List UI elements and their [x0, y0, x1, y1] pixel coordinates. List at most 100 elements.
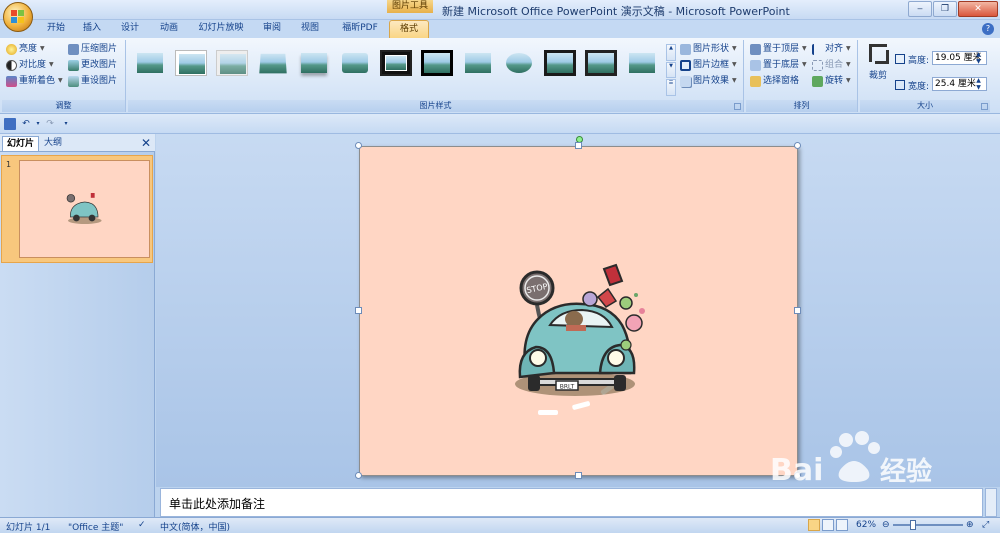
tab-format[interactable]: 格式	[389, 20, 429, 38]
picture-style-1[interactable]	[134, 50, 166, 76]
picture-style-3[interactable]	[216, 50, 248, 76]
theme-name: "Office 主题"	[68, 523, 124, 533]
tab-home[interactable]: 开始	[38, 20, 74, 38]
zoom-slider[interactable]	[893, 524, 963, 526]
tab-insert[interactable]: 插入	[76, 20, 108, 38]
slides-panel: 幻灯片 大纲 ✕ 1	[0, 134, 155, 517]
picture-style-10[interactable]	[503, 50, 535, 76]
width-spinner-icon[interactable]: ▲ ▼	[974, 77, 983, 91]
bring-to-front-icon	[750, 43, 761, 55]
tab-outline[interactable]: 大纲	[40, 136, 66, 151]
close-button[interactable]: ✕	[958, 1, 998, 17]
align-button[interactable]: 对齐 ▼	[812, 42, 851, 56]
crop-button[interactable]: 裁剪	[864, 42, 892, 88]
gallery-more-button[interactable]: ☰	[666, 79, 676, 97]
resize-handle-left[interactable]	[355, 307, 362, 314]
customize-toolbar-icon[interactable]: ▾	[60, 118, 72, 130]
reset-picture-button[interactable]: 重设图片	[68, 74, 117, 88]
crop-icon	[869, 44, 889, 64]
picture-styles-launcher-icon[interactable]	[734, 103, 741, 110]
notes-pane[interactable]: 单击此处添加备注	[160, 488, 983, 517]
picture-style-9[interactable]	[462, 50, 494, 76]
brightness-button[interactable]: 亮度 ▼	[6, 42, 45, 56]
zoom-in-icon[interactable]: ⊕	[966, 520, 974, 530]
spellcheck-icon[interactable]: ✓	[138, 520, 146, 530]
selection-pane-button[interactable]: 选择窗格	[750, 74, 799, 88]
tab-animation[interactable]: 动画	[152, 20, 186, 38]
resize-handle-right[interactable]	[794, 307, 801, 314]
picture-style-7[interactable]	[380, 50, 412, 76]
picture-style-8[interactable]	[421, 50, 453, 76]
change-picture-label: 更改图片	[81, 60, 118, 70]
group-objects-button[interactable]: 组合 ▼	[812, 58, 851, 72]
picture-style-11[interactable]	[544, 50, 576, 76]
recolor-button[interactable]: 重新着色 ▼	[6, 74, 63, 88]
picture-shape-button[interactable]: 图片形状 ▼	[680, 42, 737, 56]
panel-tabs: 幻灯片 大纲 ✕	[0, 134, 155, 152]
resize-handle-bottom-left[interactable]	[355, 472, 362, 479]
redo-icon[interactable]: ↷	[44, 118, 56, 130]
notes-scrollbar[interactable]	[985, 488, 997, 517]
thumbnail-car-image	[66, 193, 102, 224]
picture-effects-button[interactable]: 图片效果 ▼	[680, 74, 737, 88]
contrast-button[interactable]: 对比度 ▼	[6, 58, 54, 72]
help-icon[interactable]: ?	[982, 23, 994, 35]
group-picture-styles: ▲ ▼ ☰ 图片形状 ▼ 图片边框 ▼ 图片效果 ▼ 图片样式	[128, 40, 744, 112]
zoom-slider-thumb[interactable]	[910, 520, 916, 530]
reset-picture-label: 重设图片	[81, 76, 118, 86]
resize-handle-bottom[interactable]	[575, 472, 582, 479]
width-icon	[895, 80, 905, 90]
tab-slides[interactable]: 幻灯片	[2, 136, 40, 151]
restore-button[interactable]: ❐	[933, 1, 957, 17]
compress-picture-button[interactable]: 压缩图片	[68, 42, 117, 56]
slide-thumbnail-selected[interactable]: 1	[1, 155, 153, 263]
tab-view[interactable]: 视图	[295, 20, 325, 38]
car-illustration[interactable]: BRLT STOP	[360, 147, 799, 477]
send-to-back-button[interactable]: 置于底层 ▼	[750, 58, 807, 72]
tab-foxit-pdf[interactable]: 福昕PDF	[335, 20, 385, 38]
undo-icon[interactable]: ↶	[20, 118, 32, 130]
tab-design[interactable]: 设计	[114, 20, 146, 38]
recolor-label: 重新着色	[19, 76, 56, 86]
height-spinner-icon[interactable]: ▲ ▼	[974, 51, 983, 65]
slideshow-view-button[interactable]	[836, 519, 848, 531]
size-launcher-icon[interactable]	[981, 103, 988, 110]
picture-style-2[interactable]	[175, 50, 207, 76]
picture-style-6[interactable]	[339, 50, 371, 76]
slide-canvas[interactable]: BRLT STOP	[359, 146, 798, 476]
send-to-back-label: 置于底层	[763, 60, 800, 70]
zoom-level[interactable]: 62%	[856, 520, 876, 530]
slide-thumbnail[interactable]	[19, 160, 150, 258]
close-panel-icon[interactable]: ✕	[141, 136, 151, 150]
undo-dropdown-icon[interactable]: ▾	[32, 118, 44, 130]
picture-border-button[interactable]: 图片边框 ▼	[680, 58, 737, 72]
normal-view-button[interactable]	[808, 519, 820, 531]
save-icon[interactable]	[4, 118, 16, 130]
office-button[interactable]	[3, 2, 33, 32]
resize-handle-top[interactable]	[575, 142, 582, 149]
picture-tools-context-label: 图片工具	[387, 0, 433, 13]
gallery-down-button[interactable]: ▼	[666, 61, 676, 79]
resize-handle-bottom-right[interactable]	[794, 472, 801, 479]
picture-style-12[interactable]	[585, 50, 617, 76]
minimize-button[interactable]: ‒	[908, 1, 932, 17]
picture-style-4[interactable]	[257, 50, 289, 76]
crop-label: 裁剪	[868, 71, 887, 81]
notes-placeholder: 单击此处添加备注	[169, 497, 266, 511]
resize-handle-top-left[interactable]	[355, 142, 362, 149]
bring-to-front-button[interactable]: 置于顶层 ▼	[750, 42, 807, 56]
picture-style-13[interactable]	[626, 50, 658, 76]
contrast-icon	[6, 59, 17, 71]
tab-review[interactable]: 审阅	[257, 20, 287, 38]
fit-to-window-icon[interactable]: ⤢	[982, 520, 989, 530]
slide-sorter-view-button[interactable]	[822, 519, 834, 531]
rotate-button[interactable]: 旋转 ▼	[812, 74, 851, 88]
tab-slideshow[interactable]: 幻灯片放映	[195, 20, 247, 38]
gallery-up-button[interactable]: ▲	[666, 44, 676, 61]
change-picture-button[interactable]: 更改图片	[68, 58, 117, 72]
resize-handle-top-right[interactable]	[794, 142, 801, 149]
recolor-icon	[6, 75, 17, 87]
zoom-out-icon[interactable]: ⊖	[882, 520, 890, 530]
picture-style-5[interactable]	[298, 50, 330, 76]
send-to-back-icon	[750, 59, 761, 71]
